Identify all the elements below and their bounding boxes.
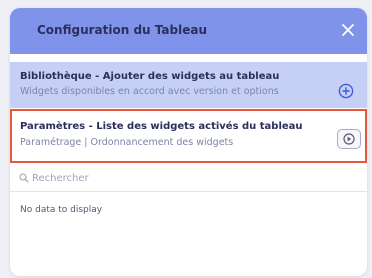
search-icon [19, 173, 29, 183]
close-icon [342, 24, 354, 36]
empty-state-text: No data to display [20, 205, 103, 215]
add-widget-button[interactable] [338, 83, 354, 99]
search-input[interactable] [32, 170, 352, 186]
open-parameters-button[interactable] [337, 129, 361, 149]
search-bar [10, 166, 367, 192]
close-button[interactable] [337, 19, 359, 41]
play-circle-icon [343, 133, 355, 145]
library-row[interactable]: Bibliothèque - Ajouter des widgets au ta… [10, 62, 367, 108]
dashboard-config-dialog: Configuration du Tableau Bibliothèque - … [10, 8, 367, 276]
parameters-title: Paramètres - Liste des widgets activés d… [20, 121, 303, 132]
library-subtitle: Widgets disponibles en accord avec versi… [20, 86, 279, 97]
dialog-title: Configuration du Tableau [37, 23, 207, 37]
plus-circle-icon [338, 83, 354, 99]
parameters-subtitle: Paramétrage | Ordonnancement des widgets [20, 137, 234, 148]
parameters-row[interactable]: Paramètres - Liste des widgets activés d… [10, 109, 367, 163]
library-title: Bibliothèque - Ajouter des widgets au ta… [20, 71, 280, 82]
dialog-header: Configuration du Tableau [10, 8, 367, 54]
